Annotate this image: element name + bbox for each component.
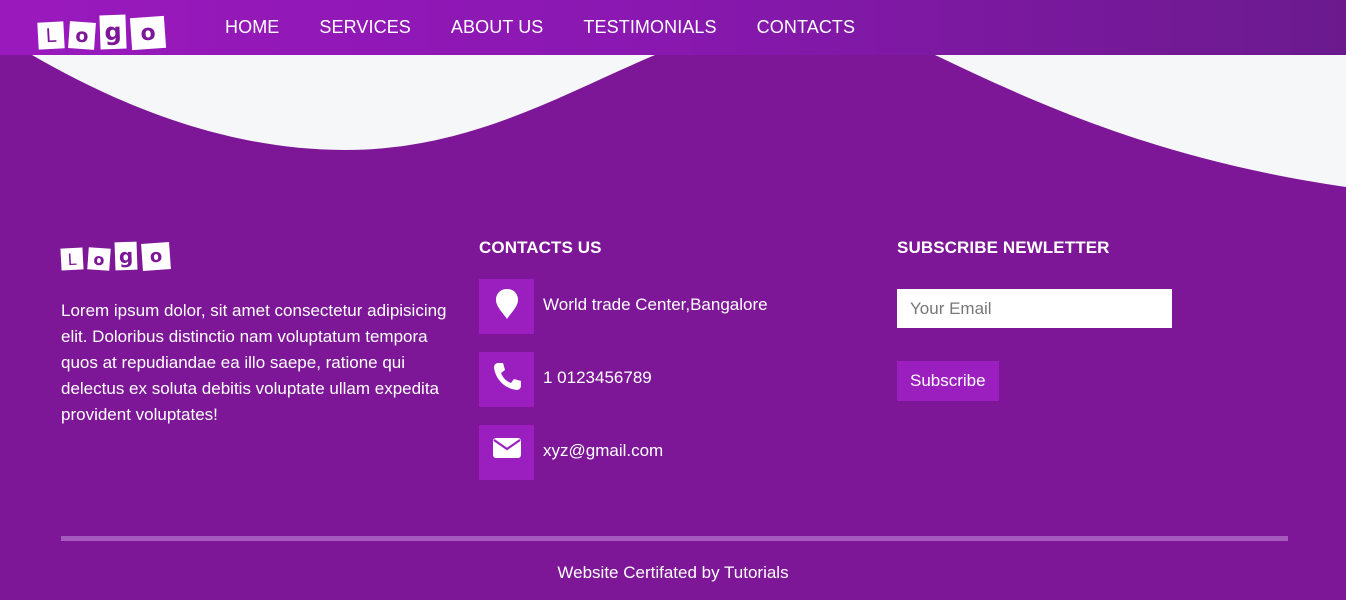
footer-subscribe: SUBSCRIBE NEWLETTER Subscribe: [897, 238, 1197, 401]
logo-tile: o: [68, 21, 96, 50]
logo-tile: g: [114, 241, 138, 271]
location-pin-icon: [479, 279, 534, 334]
wave-shape: [32, 55, 1346, 187]
page: L o g o HOME SERVICES ABOUT US TESTIMONI…: [0, 0, 1346, 600]
logo-tile: L: [60, 247, 84, 271]
footer-logo[interactable]: L o g o: [60, 238, 451, 271]
logo-tile: o: [129, 15, 167, 51]
contact-phone: 1 0123456789: [543, 368, 652, 387]
logo-tile: L: [37, 21, 65, 50]
copyright-text: Website Certifated by Tutorials: [557, 563, 789, 582]
logo-tile: o: [87, 247, 111, 271]
nav-link-contacts[interactable]: CONTACTS: [757, 17, 855, 38]
logo-tile: o: [141, 242, 171, 271]
nav-link-services[interactable]: SERVICES: [319, 17, 411, 38]
footer-divider: [61, 536, 1288, 541]
logo-tile: g: [99, 14, 127, 50]
footer-contacts: CONTACTS US World trade Center,Bangalore…: [479, 238, 859, 498]
wave-decoration: [32, 55, 1346, 187]
navbar: L o g o HOME SERVICES ABOUT US TESTIMONI…: [0, 0, 1346, 55]
subscribe-button[interactable]: Subscribe: [897, 361, 999, 401]
footer-about: L o g o Lorem ipsum dolor, sit amet cons…: [60, 238, 451, 428]
contact-item-email: xyz@gmail.com: [479, 425, 859, 480]
subscribe-title: SUBSCRIBE NEWLETTER: [897, 238, 1110, 257]
nav-link-testimonials[interactable]: TESTIMONIALS: [583, 17, 716, 38]
contacts-title: CONTACTS US: [479, 238, 602, 257]
nav-link-about-us[interactable]: ABOUT US: [451, 17, 544, 38]
nav-link-home[interactable]: HOME: [225, 17, 279, 38]
about-description: Lorem ipsum dolor, sit amet consectetur …: [61, 301, 447, 424]
phone-icon: [479, 352, 534, 407]
envelope-icon: [479, 425, 534, 480]
contact-email: xyz@gmail.com: [543, 441, 664, 460]
contact-item-phone: 1 0123456789: [479, 352, 859, 407]
contact-item-address: World trade Center,Bangalore: [479, 279, 859, 334]
main-nav: HOME SERVICES ABOUT US TESTIMONIALS CONT…: [225, 0, 895, 55]
site-logo[interactable]: L o g o: [37, 10, 170, 51]
email-input[interactable]: [897, 289, 1172, 328]
contact-address: World trade Center,Bangalore: [543, 295, 768, 314]
